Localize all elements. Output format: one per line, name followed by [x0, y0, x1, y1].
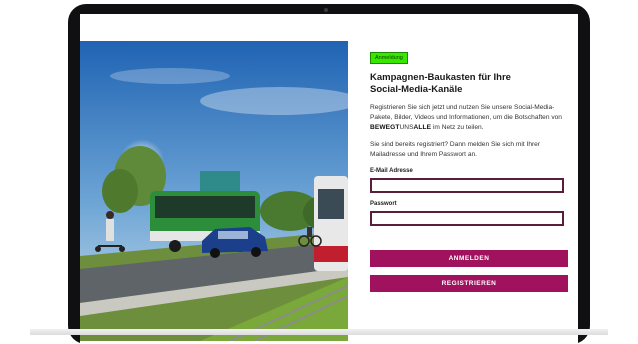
register-button[interactable]: REGISTRIEREN: [370, 275, 568, 292]
page-title: Kampagnen-Baukasten für Ihre Social-Medi…: [370, 72, 511, 95]
hero-image: [80, 41, 348, 341]
password-field[interactable]: [370, 211, 564, 226]
login-panel: Anmeldung Kampagnen-Baukasten für Ihre S…: [370, 44, 570, 292]
brand-a: BEWEGT: [370, 124, 400, 131]
brand-c: ALLE: [413, 124, 432, 131]
laptop-base-shadow: [30, 329, 608, 335]
login-hint: Sie sind bereits registriert? Dann melde…: [370, 141, 541, 158]
section-badge: Anmeldung: [370, 52, 408, 64]
brand-b: UNS: [399, 124, 414, 131]
camera-dot: [324, 8, 328, 12]
email-field[interactable]: [370, 178, 564, 193]
intro-text: Registrieren Sie sich jetzt und nutzen S…: [370, 103, 568, 133]
laptop-frame: Anmeldung Kampagnen-Baukasten für Ihre S…: [68, 4, 590, 344]
password-label: Passwort: [370, 201, 397, 207]
screen: Anmeldung Kampagnen-Baukasten für Ihre S…: [80, 14, 578, 344]
intro-part2: im Netz zu teilen.: [432, 124, 484, 131]
intro-part1: Registrieren Sie sich jetzt und nutzen S…: [370, 104, 562, 121]
email-label: E-Mail Adresse: [370, 168, 413, 174]
login-button[interactable]: ANMELDEN: [370, 250, 568, 267]
